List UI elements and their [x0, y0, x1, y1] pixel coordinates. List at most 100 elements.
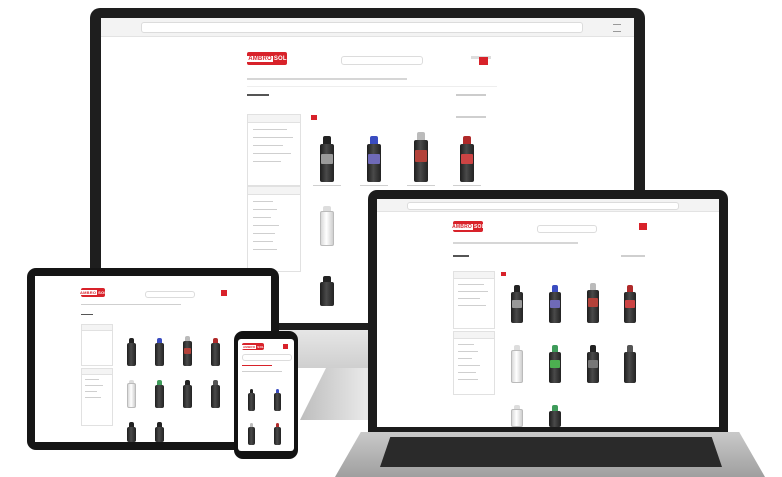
product-image[interactable]: [127, 338, 136, 366]
product-image[interactable]: [127, 380, 136, 408]
category-sidebar: [247, 186, 301, 272]
cart-icon[interactable]: [283, 344, 288, 349]
product-title[interactable]: [407, 185, 435, 186]
sort-control[interactable]: [242, 371, 282, 372]
category-item[interactable]: [253, 209, 277, 210]
product-image[interactable]: [460, 136, 474, 182]
logo-accent: SOL: [257, 344, 265, 349]
product-image[interactable]: [155, 422, 164, 442]
product-image[interactable]: [320, 276, 334, 306]
site-logo[interactable]: AMBRO SOL: [451, 221, 485, 232]
logo-accent: SOL: [273, 55, 287, 62]
product-image[interactable]: [367, 136, 381, 182]
breadcrumb: [621, 255, 645, 257]
category-item[interactable]: [458, 372, 476, 373]
category-item[interactable]: [253, 233, 275, 234]
laptop-keyboard: [380, 437, 722, 467]
product-title[interactable]: [313, 185, 341, 186]
site-logo[interactable]: AMBRO SOL: [79, 288, 107, 297]
product-image[interactable]: [155, 338, 164, 366]
site-logo[interactable]: AMBRO SOL: [247, 52, 287, 65]
browser-toolbar: [377, 199, 719, 212]
search-input[interactable]: [341, 56, 423, 65]
product-image[interactable]: [549, 405, 561, 427]
category-item[interactable]: [458, 358, 472, 359]
main-nav[interactable]: [453, 242, 578, 244]
category-header: [248, 187, 300, 195]
search-input[interactable]: [145, 291, 195, 298]
category-item[interactable]: [458, 365, 480, 366]
sort-control[interactable]: [456, 116, 486, 118]
laptop-screen: AMBRO SOL: [377, 199, 719, 427]
filter-option[interactable]: [253, 129, 287, 130]
filter-option[interactable]: [458, 291, 488, 292]
product-image[interactable]: [511, 285, 523, 323]
filter-bar[interactable]: [242, 365, 272, 366]
category-item[interactable]: [85, 385, 103, 386]
cart-icon[interactable]: [479, 57, 488, 65]
filter-option[interactable]: [253, 145, 283, 146]
filter-option[interactable]: [458, 284, 484, 285]
filter-option[interactable]: [253, 137, 293, 138]
category-item[interactable]: [253, 241, 273, 242]
category-item[interactable]: [458, 344, 474, 345]
filter-option[interactable]: [253, 161, 281, 162]
browser-menu-icon[interactable]: [613, 24, 621, 32]
product-image[interactable]: [248, 389, 255, 411]
product-image[interactable]: [183, 336, 192, 366]
site-logo[interactable]: AMBRO SOL: [241, 343, 265, 350]
breadcrumb: [456, 94, 486, 96]
logo-accent: SOL: [474, 223, 485, 230]
filter-option[interactable]: [458, 305, 486, 306]
filter-header: [248, 115, 300, 123]
address-bar[interactable]: [141, 22, 583, 33]
main-nav[interactable]: [81, 304, 181, 305]
category-item[interactable]: [253, 201, 273, 202]
category-item[interactable]: [85, 391, 97, 392]
product-image[interactable]: [248, 423, 255, 445]
product-title[interactable]: [360, 185, 388, 186]
product-image[interactable]: [414, 132, 428, 182]
category-item[interactable]: [458, 351, 478, 352]
responsive-device-mockup: AMBRO SOL AMBRO SOL AMBRO SOL AMBRO SOL: [0, 0, 782, 477]
main-nav[interactable]: [247, 78, 407, 80]
category-item[interactable]: [85, 379, 99, 380]
category-item[interactable]: [253, 225, 279, 226]
product-image[interactable]: [155, 380, 164, 408]
product-image[interactable]: [624, 285, 636, 323]
product-image[interactable]: [587, 345, 599, 383]
product-image[interactable]: [274, 389, 281, 411]
category-item[interactable]: [85, 397, 101, 398]
product-image[interactable]: [211, 338, 220, 366]
cart-icon[interactable]: [639, 223, 647, 230]
phone-screen: AMBRO SOL: [238, 339, 294, 451]
product-image[interactable]: [320, 136, 334, 182]
category-sidebar: [81, 368, 113, 426]
category-sidebar: [453, 331, 495, 395]
product-image[interactable]: [549, 285, 561, 323]
view-toggle[interactable]: [501, 272, 506, 276]
search-input[interactable]: [242, 354, 292, 361]
search-input[interactable]: [537, 225, 597, 233]
view-toggle[interactable]: [311, 115, 317, 120]
product-image[interactable]: [127, 422, 136, 442]
product-image[interactable]: [549, 345, 561, 383]
product-image[interactable]: [587, 283, 599, 323]
category-item[interactable]: [253, 249, 277, 250]
product-image[interactable]: [211, 380, 220, 408]
address-bar[interactable]: [407, 202, 679, 210]
logo-wordmark: AMBRO: [241, 344, 257, 349]
product-image[interactable]: [320, 206, 334, 246]
category-item[interactable]: [458, 379, 478, 380]
product-image[interactable]: [511, 405, 523, 427]
product-image[interactable]: [183, 380, 192, 408]
filter-option[interactable]: [253, 153, 291, 154]
logo-wordmark: AMBRO: [451, 223, 473, 230]
category-item[interactable]: [253, 217, 271, 218]
product-image[interactable]: [624, 345, 636, 383]
filter-option[interactable]: [458, 298, 480, 299]
product-image[interactable]: [274, 423, 281, 445]
product-title[interactable]: [453, 185, 481, 186]
cart-icon[interactable]: [221, 290, 227, 296]
product-image[interactable]: [511, 345, 523, 383]
